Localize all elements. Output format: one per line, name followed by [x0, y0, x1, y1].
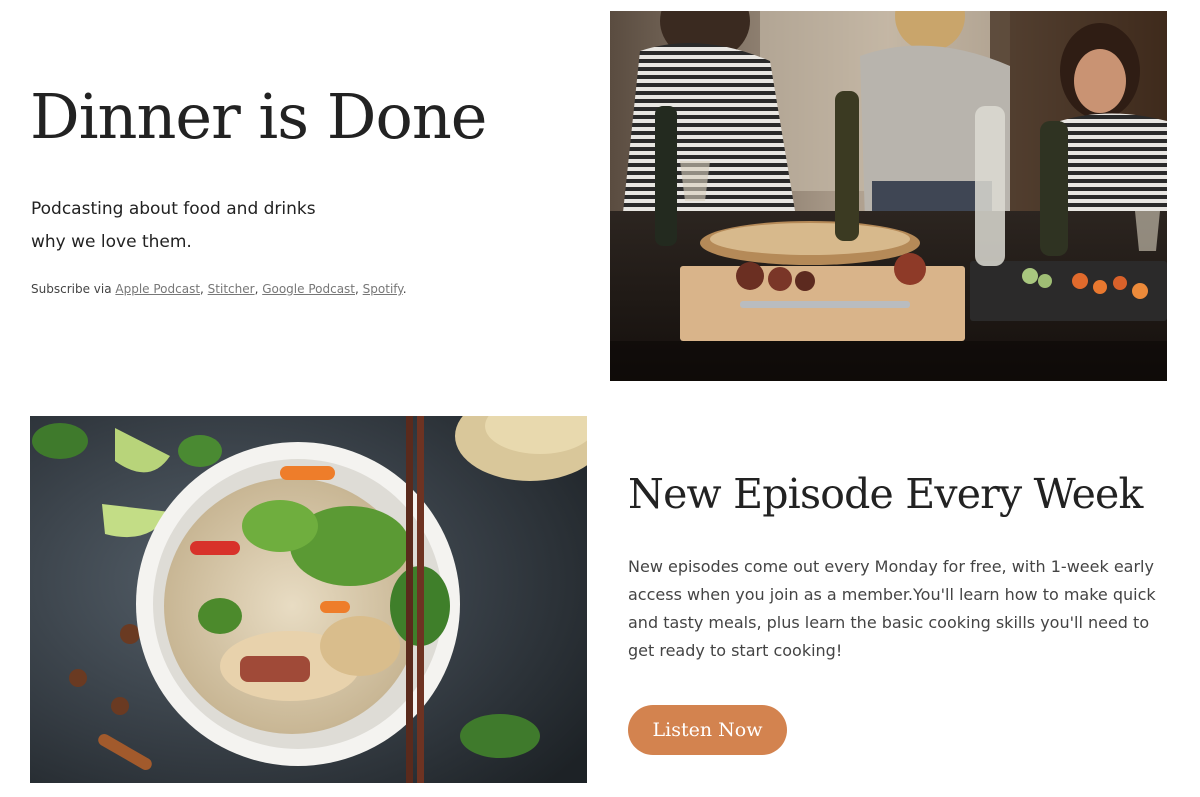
tagline-line-2: why we love them. [31, 232, 192, 252]
noodle-bowl-photo [30, 416, 587, 783]
episode-description: New episodes come out every Monday for f… [628, 557, 1156, 660]
hero-title: Dinner is Done [30, 80, 487, 153]
spotify-link[interactable]: Spotify [363, 282, 403, 296]
listen-now-button[interactable]: Listen Now [628, 705, 787, 755]
subscribe-line: Subscribe via Apple Podcast, Stitcher, G… [31, 282, 407, 296]
hero-tagline: Podcasting about food and drinks why we … [31, 193, 361, 259]
episode-title: New Episode Every Week [628, 470, 1143, 518]
apple-podcast-link[interactable]: Apple Podcast [115, 282, 200, 296]
friends-dinner-photo [610, 11, 1167, 381]
stitcher-link[interactable]: Stitcher [208, 282, 255, 296]
google-podcast-link[interactable]: Google Podcast [262, 282, 355, 296]
subscribe-prefix: Subscribe via [31, 282, 116, 296]
subscribe-period: . [402, 282, 407, 296]
link-separator: , [200, 282, 208, 296]
link-separator: , [355, 282, 363, 296]
tagline-line-1: Podcasting about food and drinks [31, 199, 316, 219]
